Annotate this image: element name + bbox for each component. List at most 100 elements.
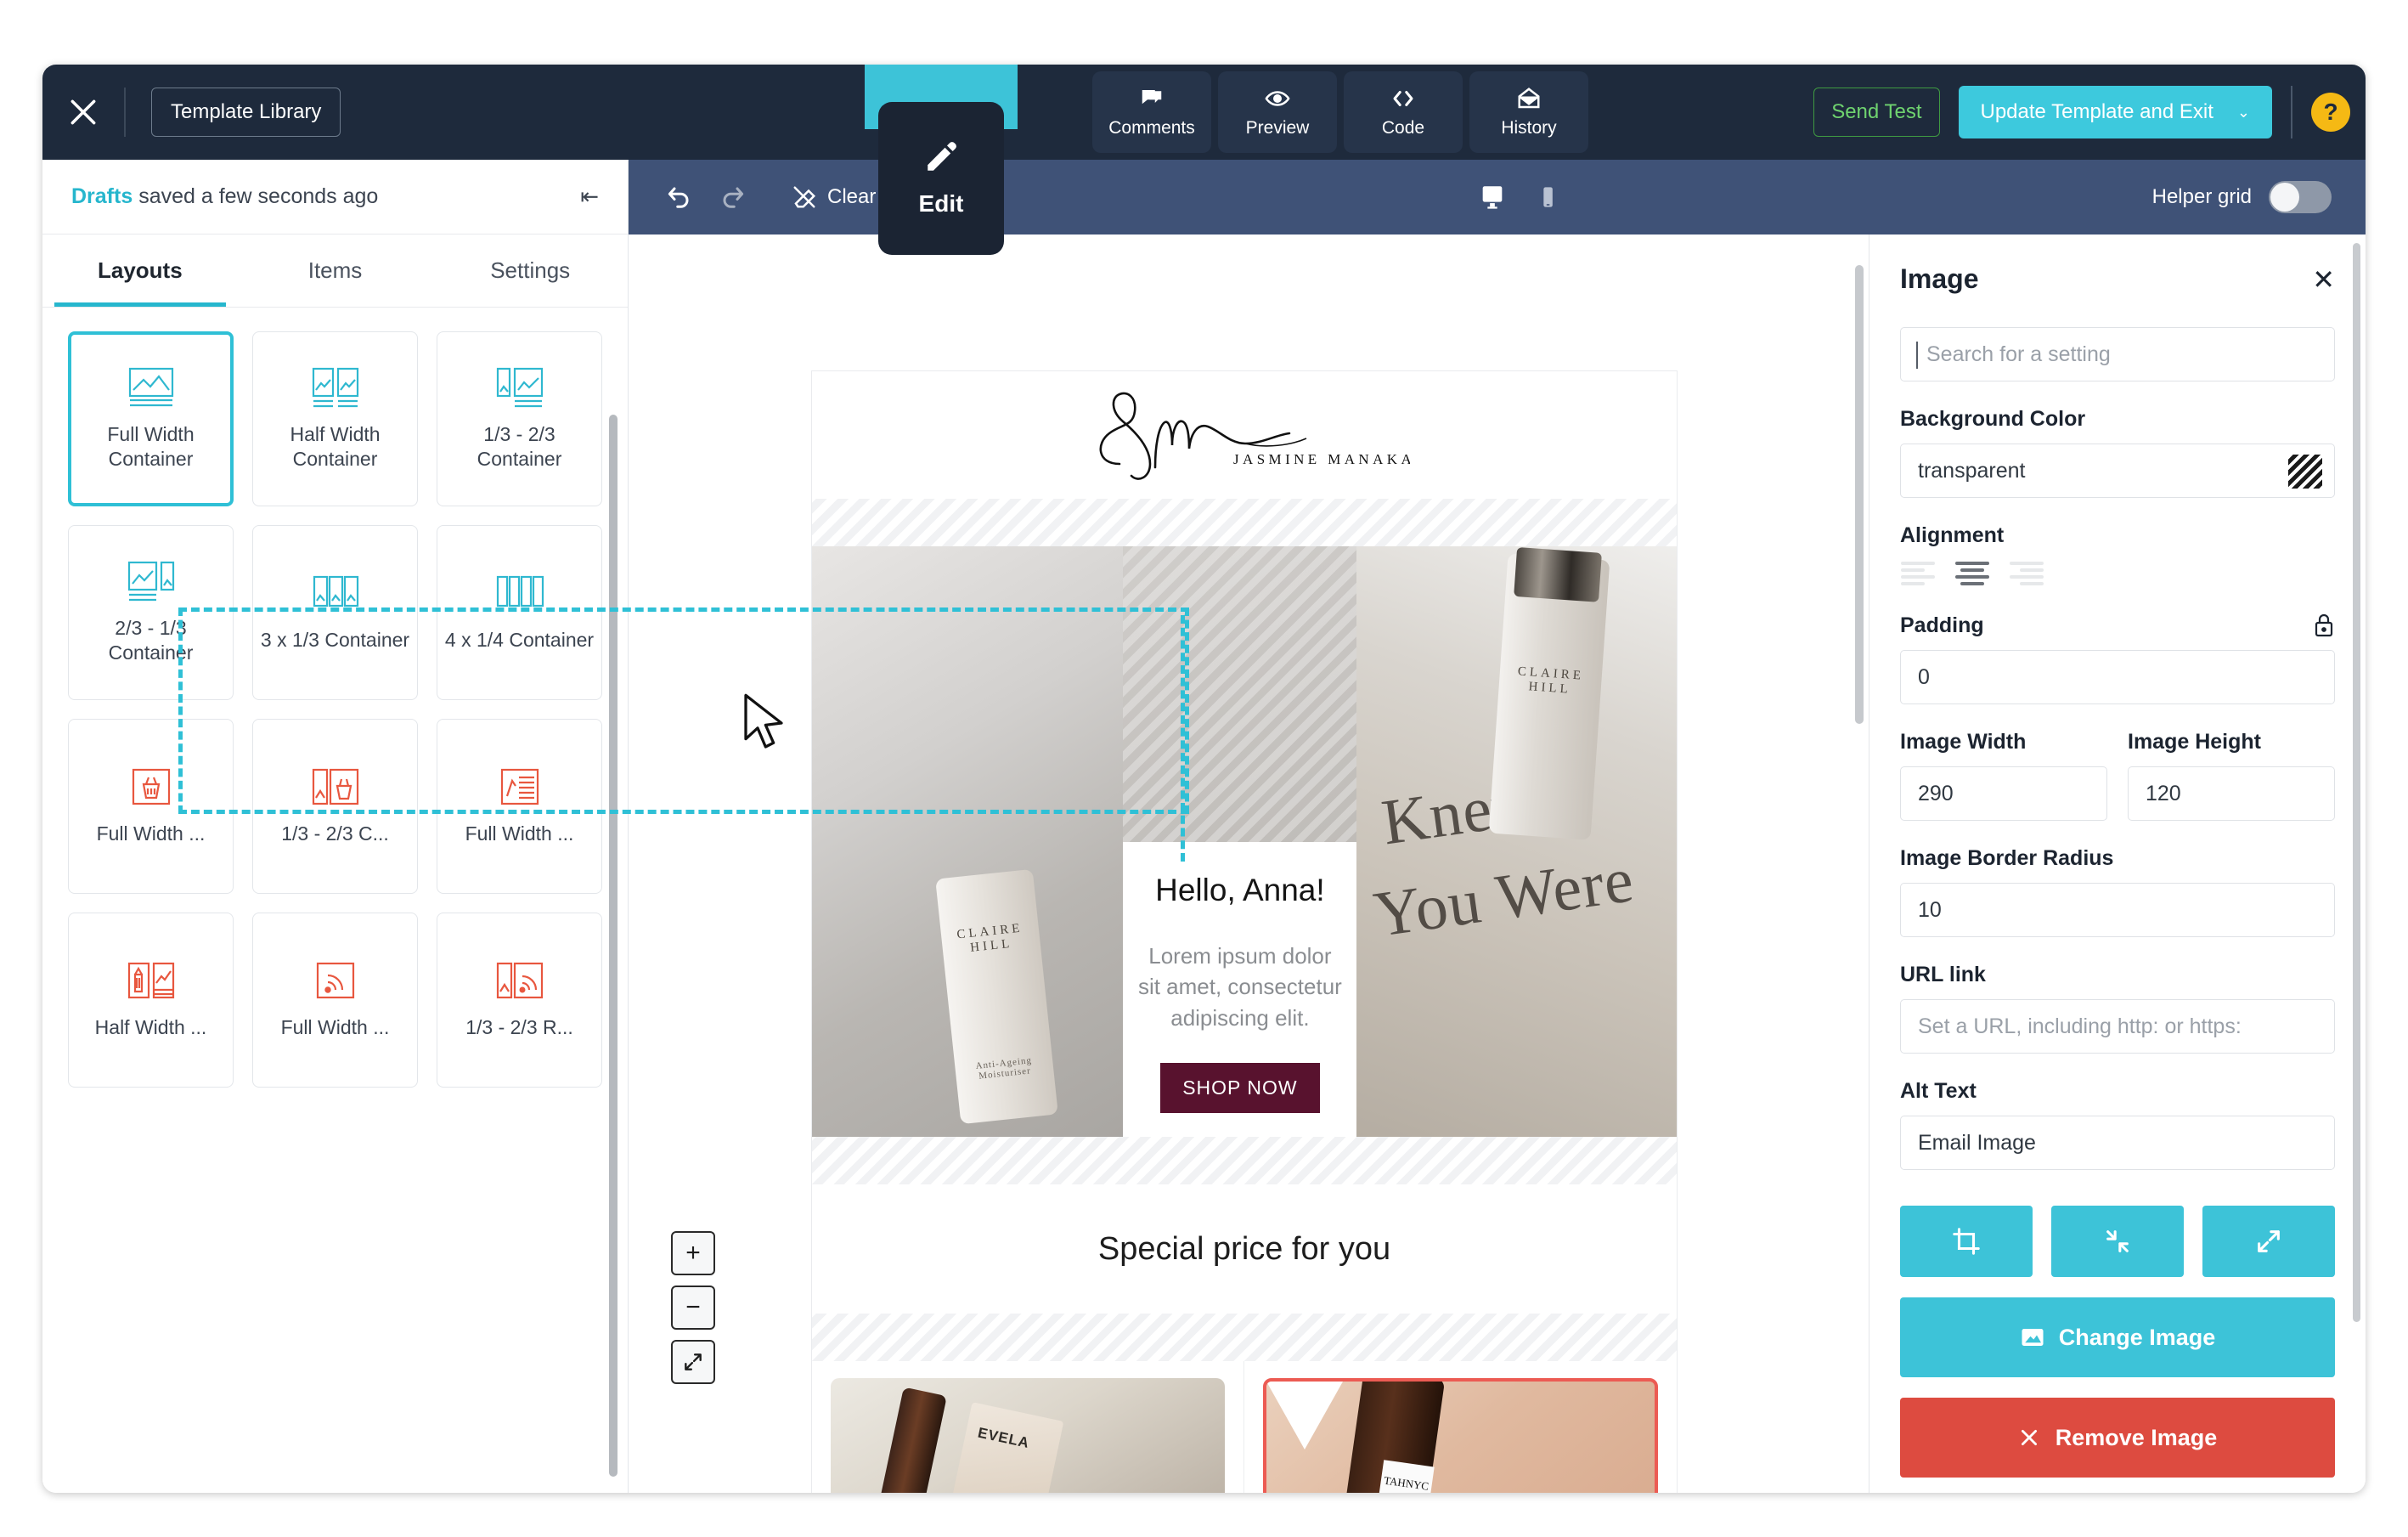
mobile-icon[interactable]	[1536, 183, 1559, 212]
alignment-label-text: Alignment	[1900, 523, 2005, 547]
setting-search-input[interactable]: Search for a setting	[1900, 327, 2335, 381]
expand-image-button[interactable]	[2202, 1206, 2335, 1277]
canvas-zoom-controls: + −	[671, 1231, 715, 1384]
email-builder-window: Template Library Comments Preview Code H…	[42, 65, 2366, 1493]
tab-code[interactable]: Code	[1344, 71, 1463, 153]
topbar-tool-group: Comments Preview Code History	[960, 65, 1588, 160]
image-width-input[interactable]: 290	[1900, 766, 2107, 821]
image-border-radius-label-text: Image Border Radius	[1900, 846, 2114, 870]
zoom-fit-button[interactable]	[671, 1340, 715, 1384]
layout-card-full-width-container[interactable]: Full Width Container	[68, 331, 234, 506]
layout-card-full-width-rss[interactable]: Full Width ...	[252, 913, 418, 1088]
change-image-button[interactable]: Change Image	[1900, 1297, 2335, 1377]
shop-now-button[interactable]: SHOP NOW	[1160, 1063, 1320, 1114]
topbar-divider	[124, 88, 126, 137]
alt-text-input[interactable]: Email Image	[1900, 1116, 2335, 1170]
help-button[interactable]: ?	[2311, 93, 2350, 132]
hero-subtitle: Lorem ipsum dolor sit amet, consectetur …	[1137, 942, 1342, 1031]
desktop-icon[interactable]	[1478, 183, 1507, 212]
tab-history[interactable]: History	[1469, 71, 1588, 153]
tab-comments[interactable]: Comments	[1092, 71, 1211, 153]
image-icon	[2022, 1329, 2044, 1346]
lock-icon[interactable]	[2313, 613, 2335, 638]
send-test-button[interactable]: Send Test	[1813, 88, 1940, 137]
half-width-container-icon	[312, 367, 358, 407]
padding-value: 0	[1918, 664, 1930, 689]
close-editor-button[interactable]	[42, 65, 124, 160]
change-image-label: Change Image	[2058, 1324, 2216, 1350]
transparent-swatch-icon[interactable]	[2288, 455, 2322, 489]
shrink-image-button[interactable]	[2051, 1206, 2184, 1277]
layout-card-one-third-two-thirds-rss[interactable]: 1/3 - 2/3 R...	[437, 913, 602, 1088]
settings-panel-scrollbar[interactable]	[2353, 243, 2360, 1322]
one-third-two-thirds-rss-icon	[496, 963, 543, 999]
special-price-heading[interactable]: Special price for you	[812, 1184, 1677, 1314]
layouts-sidebar: Drafts saved a few seconds ago ⇤ Layouts…	[42, 160, 629, 1493]
sidebar-scrollbar[interactable]	[609, 415, 618, 1477]
article-thumb-2-selected[interactable]: TAHNYC ↘	[1263, 1378, 1658, 1493]
collapse-sidebar-icon[interactable]: ⇤	[580, 184, 599, 210]
drafts-link[interactable]: Drafts	[71, 184, 133, 208]
align-center-icon[interactable]	[1954, 560, 1990, 587]
tab-items[interactable]: Items	[238, 235, 433, 307]
undo-button[interactable]	[666, 184, 691, 210]
layout-card-full-width-article[interactable]: Full Width ...	[437, 719, 602, 894]
layout-label: 2/3 - 1/3 Container	[108, 616, 194, 664]
background-color-input[interactable]: transparent	[1900, 444, 2335, 498]
padding-label: Padding	[1900, 613, 2335, 638]
image-height-input[interactable]: 120	[2128, 766, 2335, 821]
code-icon	[1393, 91, 1413, 106]
remove-image-button[interactable]: Remove Image	[1900, 1398, 2335, 1478]
layout-card-full-width-product[interactable]: Full Width ...	[68, 719, 234, 894]
layout-card-four-by-one-quarter-container[interactable]: 4 x 1/4 Container	[437, 525, 602, 700]
layout-card-one-third-two-thirds-product[interactable]: 1/3 - 2/3 C...	[252, 719, 418, 894]
redo-button[interactable]	[720, 184, 746, 210]
image-border-radius-input[interactable]: 10	[1900, 883, 2335, 937]
hero-section[interactable]: Knew You Were CLAIRE HILL CLAIRE HILL An…	[812, 546, 1677, 1137]
image-border-radius-value: 10	[1918, 897, 1942, 922]
alt-text-value: Email Image	[1918, 1130, 2036, 1155]
align-left-icon[interactable]	[1900, 560, 1936, 587]
full-width-article-icon	[500, 769, 539, 805]
layout-label: Full Width ...	[465, 822, 574, 845]
hero-bottle-right: CLAIRE HILL	[1488, 546, 1610, 840]
close-panel-icon[interactable]: ✕	[2312, 266, 2335, 293]
tab-edit[interactable]: Edit	[878, 102, 1004, 255]
url-link-label-text: URL link	[1900, 963, 1986, 986]
expand-diagonal-icon	[685, 1353, 702, 1370]
update-template-and-exit-button[interactable]: Update Template and Exit ⌄	[1958, 86, 2272, 138]
selected-image-toolbar	[1263, 1378, 1402, 1382]
layout-card-two-thirds-one-third-container[interactable]: 2/3 - 1/3 Container	[68, 525, 234, 700]
image-height-label: Image Height	[2128, 730, 2335, 754]
layout-card-half-width-tag[interactable]: Half Width ...	[68, 913, 234, 1088]
email-logo-block[interactable]: JASMINE MANAKA	[812, 371, 1677, 499]
layout-label: 1/3 - 2/3 R...	[465, 1016, 573, 1039]
helper-grid-toggle[interactable]	[2269, 181, 2332, 213]
expand-arrows-icon	[2258, 1230, 2280, 1252]
canvas-scrollbar[interactable]	[1855, 265, 1864, 724]
layout-card-three-by-one-third-container[interactable]: 3 x 1/3 Container	[252, 525, 418, 700]
article-card-1[interactable]: EVELA How to make your skin glow and shi…	[812, 1361, 1244, 1493]
tab-preview[interactable]: Preview	[1218, 71, 1337, 153]
article-thumb-1[interactable]: EVELA	[831, 1378, 1225, 1493]
layout-label: 1/3 - 2/3 Container	[477, 422, 562, 470]
crop-image-button[interactable]	[1900, 1206, 2033, 1277]
layout-card-half-width-container[interactable]: Half Width Container	[252, 331, 418, 506]
article-card-2[interactable]: TAHNYC ↘	[1244, 1361, 1677, 1493]
align-right-icon[interactable]	[2009, 560, 2044, 587]
url-link-input[interactable]: Set a URL, including http: or https:	[1900, 999, 2335, 1054]
full-width-container-icon	[128, 367, 173, 406]
topbar-actions: Send Test Update Template and Exit ⌄ ?	[1813, 65, 2350, 160]
layout-card-one-third-two-thirds-container[interactable]: 1/3 - 2/3 Container	[437, 331, 602, 506]
tab-settings[interactable]: Settings	[432, 235, 628, 307]
hero-text-card: Hello, Anna! Lorem ipsum dolor sit amet,…	[1123, 841, 1357, 1137]
padding-input[interactable]: 0	[1900, 650, 2335, 704]
redo-icon	[723, 187, 744, 208]
close-icon	[2021, 1430, 2037, 1445]
tab-layouts[interactable]: Layouts	[42, 235, 238, 307]
template-library-button[interactable]: Template Library	[151, 88, 341, 137]
alt-text-label-text: Alt Text	[1900, 1079, 1977, 1103]
zoom-in-button[interactable]: +	[671, 1231, 715, 1275]
bottle-cap	[1514, 546, 1602, 602]
zoom-out-button[interactable]: −	[671, 1286, 715, 1330]
